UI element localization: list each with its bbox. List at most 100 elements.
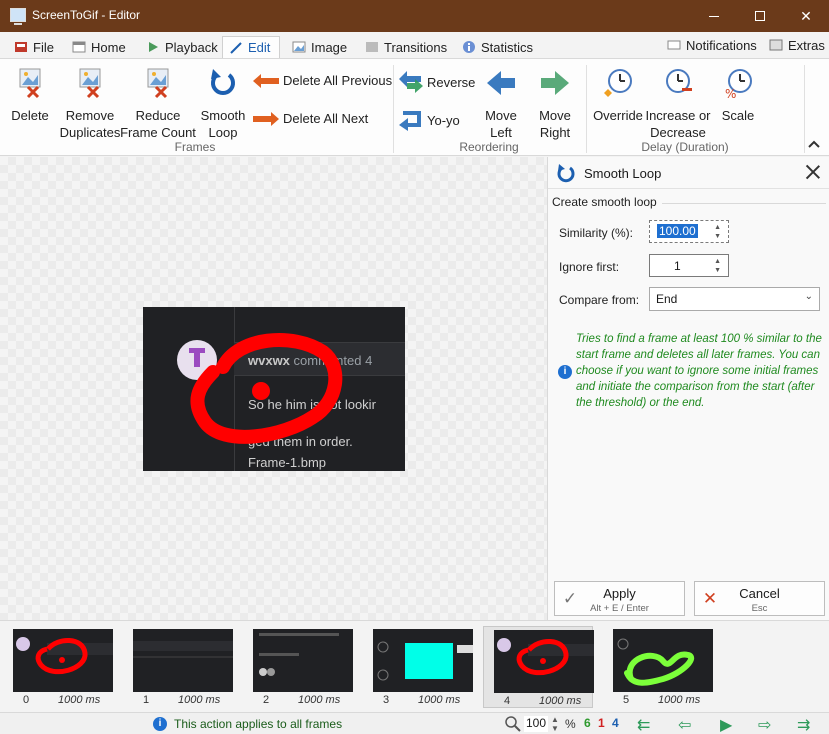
editor-canvas[interactable]: wvxwx commented 4 So he him is not looki…	[0, 157, 547, 620]
tab-file-label: File	[33, 39, 54, 55]
override-delay-button[interactable]: Override	[590, 67, 646, 124]
delete-label: Delete	[11, 108, 49, 123]
move-left-label-1: Move	[485, 108, 517, 123]
tab-playback-label: Playback	[165, 39, 218, 55]
home-icon	[72, 41, 86, 53]
ribbon: Delete Remove Duplicates Reduce Frame Co…	[0, 58, 829, 156]
spin-down-icon[interactable]: ▼	[714, 233, 721, 240]
smooth-loop-label-2: Loop	[208, 125, 238, 140]
apply-button[interactable]: ✓ Apply Alt + E / Enter	[554, 581, 685, 616]
apply-shortcut: Alt + E / Enter	[590, 603, 649, 614]
ignore-first-input[interactable]: 1 ▲ ▼	[649, 254, 729, 277]
frame-index: 4	[504, 695, 511, 707]
frame-list[interactable]: 0 1000 ms 1 1000 ms 2 1000 ms 3 1000 ms …	[0, 620, 829, 712]
minimize-button[interactable]	[691, 0, 737, 32]
compare-from-select[interactable]: End ⌄	[649, 287, 820, 311]
override-label: Override	[593, 108, 643, 123]
tab-edit[interactable]: Edit	[222, 36, 280, 58]
next-frame-icon[interactable]: ⇨	[758, 715, 771, 734]
tab-playback[interactable]: Playback	[140, 36, 224, 58]
move-left-button[interactable]: Move Left	[478, 67, 524, 141]
zoom-stepper-icon[interactable]: ▲ ▼	[551, 715, 559, 733]
status-message: This action applies to all frames	[174, 717, 343, 731]
delete-all-previous-button[interactable]: Delete All Previous	[253, 73, 392, 88]
move-right-button[interactable]: Move Right	[532, 67, 578, 141]
delete-all-previous-label: Delete All Previous	[283, 73, 393, 88]
frame-thumb-image	[253, 629, 353, 692]
smooth-loop-label-1: Smooth	[200, 108, 246, 123]
yoyo-button[interactable]: Yo-yo	[399, 109, 460, 131]
arrow-left-orange-icon	[253, 73, 279, 88]
yoyo-icon	[399, 111, 421, 131]
loop-icon	[557, 164, 575, 183]
panel-header: Smooth Loop	[556, 163, 661, 183]
close-window-button[interactable]: ✕	[783, 0, 829, 32]
scale-delay-button[interactable]: % Scale	[716, 67, 760, 124]
red-scribble-drawing	[190, 333, 343, 444]
zoom-unit: %	[565, 717, 576, 731]
reverse-button[interactable]: Reverse	[399, 71, 475, 93]
similarity-input[interactable]: 100.00 ▲ ▼	[649, 220, 729, 243]
extras-button[interactable]: Extras	[763, 34, 829, 56]
red-scribble-thumb	[497, 638, 594, 676]
pencil-icon	[230, 41, 242, 54]
cancel-button[interactable]: ✕ Cancel Esc	[694, 581, 825, 616]
tab-file[interactable]: File	[8, 36, 60, 58]
first-frame-icon[interactable]: ⇇	[637, 715, 650, 734]
section-title: Create smooth loop	[552, 195, 657, 209]
frame-delay: 1000 ms	[418, 694, 461, 706]
window-title: ScreenToGif - Editor	[32, 8, 141, 22]
cyan-rectangle-thumb	[377, 641, 473, 681]
frames-group-label: Frames	[174, 140, 216, 154]
delete-all-next-label: Delete All Next	[283, 111, 369, 126]
loop-icon	[211, 69, 235, 95]
reduce-frame-count-button[interactable]: Reduce Frame Count	[120, 67, 196, 141]
notifications-button[interactable]: Notifications	[661, 34, 763, 56]
spin-up-icon[interactable]: ▲	[714, 224, 721, 231]
frame-thumb[interactable]: 0 1000 ms	[3, 626, 113, 708]
remove-duplicates-button[interactable]: Remove Duplicates	[58, 67, 122, 141]
frame-thumb[interactable]: 5 1000 ms	[603, 626, 713, 708]
frame-count-total: 6	[584, 716, 591, 730]
frame-thumb-selected[interactable]: 4 1000 ms	[483, 626, 594, 708]
spin-down-icon[interactable]: ▼	[714, 267, 721, 274]
increase-decrease-delay-button[interactable]: Increase or Decrease	[644, 67, 712, 141]
tab-statistics[interactable]: Statistics	[456, 36, 539, 58]
chevron-down-icon: ⌄	[804, 291, 813, 302]
previous-frame-icon[interactable]: ⇦	[678, 715, 691, 734]
tab-image[interactable]: Image	[286, 36, 353, 58]
svg-text:%: %	[725, 87, 736, 99]
move-right-label-2: Right	[539, 125, 571, 140]
file-icon	[15, 42, 27, 52]
last-frame-icon[interactable]: ⇉	[797, 715, 810, 734]
spin-up-icon[interactable]: ▲	[714, 258, 721, 265]
remove-duplicates-label-2: Duplicates	[59, 125, 121, 140]
notifications-label: Notifications	[686, 37, 757, 53]
zoom-input[interactable]: 100	[524, 716, 548, 732]
zoom-icon	[505, 716, 521, 732]
ribbon-separator	[393, 65, 394, 153]
tab-home[interactable]: Home	[66, 36, 132, 58]
close-panel-button[interactable]	[804, 163, 822, 181]
delete-all-next-button[interactable]: Delete All Next	[253, 111, 368, 126]
increase-decrease-label-1: Increase or	[645, 108, 711, 123]
frame-thumb[interactable]: 3 1000 ms	[363, 626, 473, 708]
frame-thumb[interactable]: 2 1000 ms	[243, 626, 353, 708]
play-icon[interactable]: ▶	[720, 715, 732, 734]
frame-thumb-image	[373, 629, 473, 692]
image-icon	[292, 41, 306, 53]
panel-title: Smooth Loop	[584, 165, 662, 181]
extras-label: Extras	[788, 37, 825, 53]
close-icon: ✕	[800, 7, 812, 24]
remove-duplicates-icon	[79, 68, 101, 99]
reverse-label: Reverse	[427, 74, 476, 90]
frame-thumb[interactable]: 1 1000 ms	[123, 626, 233, 708]
smooth-loop-button[interactable]: Smooth Loop	[198, 67, 248, 141]
tab-home-label: Home	[91, 39, 126, 55]
info-icon	[463, 41, 475, 53]
tab-transitions[interactable]: Transitions	[359, 36, 453, 58]
collapse-ribbon-icon[interactable]	[807, 139, 821, 149]
move-right-label-1: Move	[539, 108, 571, 123]
maximize-button[interactable]	[737, 0, 783, 32]
delete-button[interactable]: Delete	[8, 67, 52, 124]
